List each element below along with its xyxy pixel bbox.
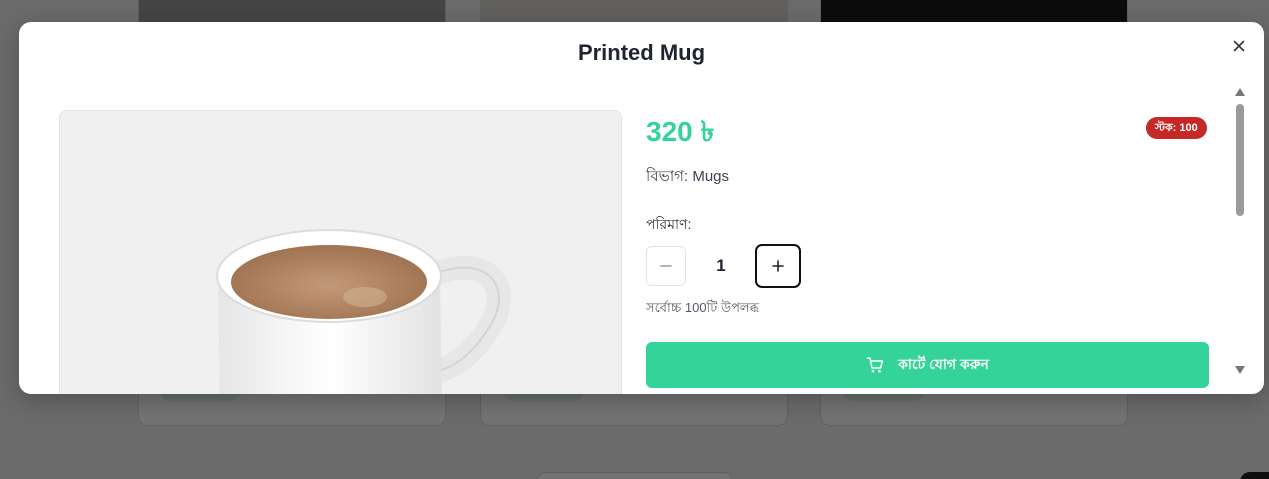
triangle-up-icon — [1235, 88, 1245, 96]
scroll-down-arrow[interactable] — [1235, 366, 1245, 374]
product-image — [59, 110, 622, 394]
product-modal: Printed Mug 320 ৳ স্টক: 100 বিভাগ: Mugs … — [19, 22, 1264, 394]
modal-title: Printed Mug — [577, 40, 706, 65]
availability-text: সর্বোচ্চ 100টি উপলব্ধ — [646, 300, 759, 315]
modal-scrollbar[interactable] — [1233, 88, 1247, 378]
quantity-decrease-button[interactable] — [646, 246, 686, 286]
quantity-value[interactable]: 1 — [702, 246, 740, 286]
scroll-thumb[interactable] — [1236, 104, 1244, 216]
triangle-down-icon — [1235, 366, 1245, 374]
category-label: বিভাগ: — [646, 168, 689, 185]
product-category: বিভাগ: Mugs — [646, 165, 729, 190]
coffee-cup-photo — [60, 111, 621, 394]
quantity-increase-button[interactable] — [755, 244, 801, 288]
category-value: Mugs — [692, 168, 730, 185]
add-to-cart-label: কার্টে যোগ করুন — [898, 356, 989, 372]
stock-badge: স্টক: 100 — [1146, 117, 1207, 139]
minus-icon — [660, 265, 672, 267]
quantity-label: পরিমাণ: — [646, 216, 692, 232]
product-price: 320 ৳ — [646, 116, 715, 147]
add-to-cart-button[interactable]: কার্টে যোগ করুন — [646, 342, 1209, 388]
cart-icon — [866, 357, 884, 373]
plus-icon — [772, 260, 784, 272]
scroll-up-arrow[interactable] — [1235, 88, 1245, 96]
close-button[interactable] — [1230, 37, 1248, 55]
close-icon — [1233, 40, 1245, 52]
